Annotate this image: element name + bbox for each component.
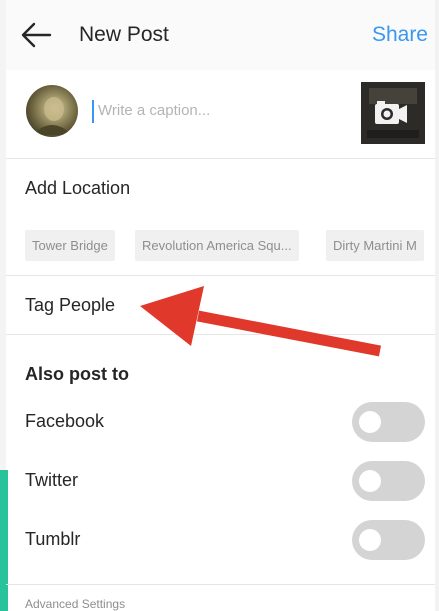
tag-people-row[interactable]: Tag People xyxy=(6,276,435,335)
add-location-label: Add Location xyxy=(25,178,131,198)
top-bar: New Post Share xyxy=(6,0,435,71)
toggle-knob xyxy=(359,411,381,433)
tumblr-label: Tumblr xyxy=(25,529,81,549)
share-row-facebook: Facebook xyxy=(6,398,435,448)
text-cursor xyxy=(92,100,94,123)
location-chip[interactable]: Tower Bridge xyxy=(25,230,115,261)
caption-row: Write a caption... xyxy=(6,70,435,159)
page-title: New Post xyxy=(79,23,169,46)
location-chip[interactable]: Revolution America Squ... xyxy=(135,230,299,261)
post-thumbnail[interactable] xyxy=(361,82,425,144)
caption-input[interactable]: Write a caption... xyxy=(98,102,210,119)
avatar-photo xyxy=(32,97,72,135)
share-row-twitter: Twitter xyxy=(6,457,435,507)
also-post-heading: Also post to xyxy=(25,364,129,384)
twitter-label: Twitter xyxy=(25,470,79,490)
share-row-tumblr: Tumblr xyxy=(6,516,435,566)
frame-right-edge xyxy=(435,0,439,611)
tag-people-label: Tag People xyxy=(25,295,116,315)
avatar xyxy=(26,85,78,137)
add-location-row[interactable]: Add Location xyxy=(6,159,435,217)
facebook-label: Facebook xyxy=(25,411,105,431)
share-button[interactable]: Share xyxy=(372,23,428,47)
back-button[interactable] xyxy=(20,20,54,50)
video-camera-icon xyxy=(361,82,425,144)
location-chip[interactable]: Dirty Martini M xyxy=(326,230,424,261)
twitter-toggle[interactable] xyxy=(352,461,425,501)
toggle-knob xyxy=(359,529,381,551)
tumblr-toggle[interactable] xyxy=(352,520,425,560)
advanced-settings-link[interactable]: Advanced Settings xyxy=(25,597,125,611)
toggle-knob xyxy=(359,470,381,492)
divider xyxy=(6,584,435,585)
facebook-toggle[interactable] xyxy=(352,402,425,442)
arrow-left-icon xyxy=(21,22,52,48)
location-suggestions: Tower Bridge Revolution America Squ... D… xyxy=(6,217,435,276)
